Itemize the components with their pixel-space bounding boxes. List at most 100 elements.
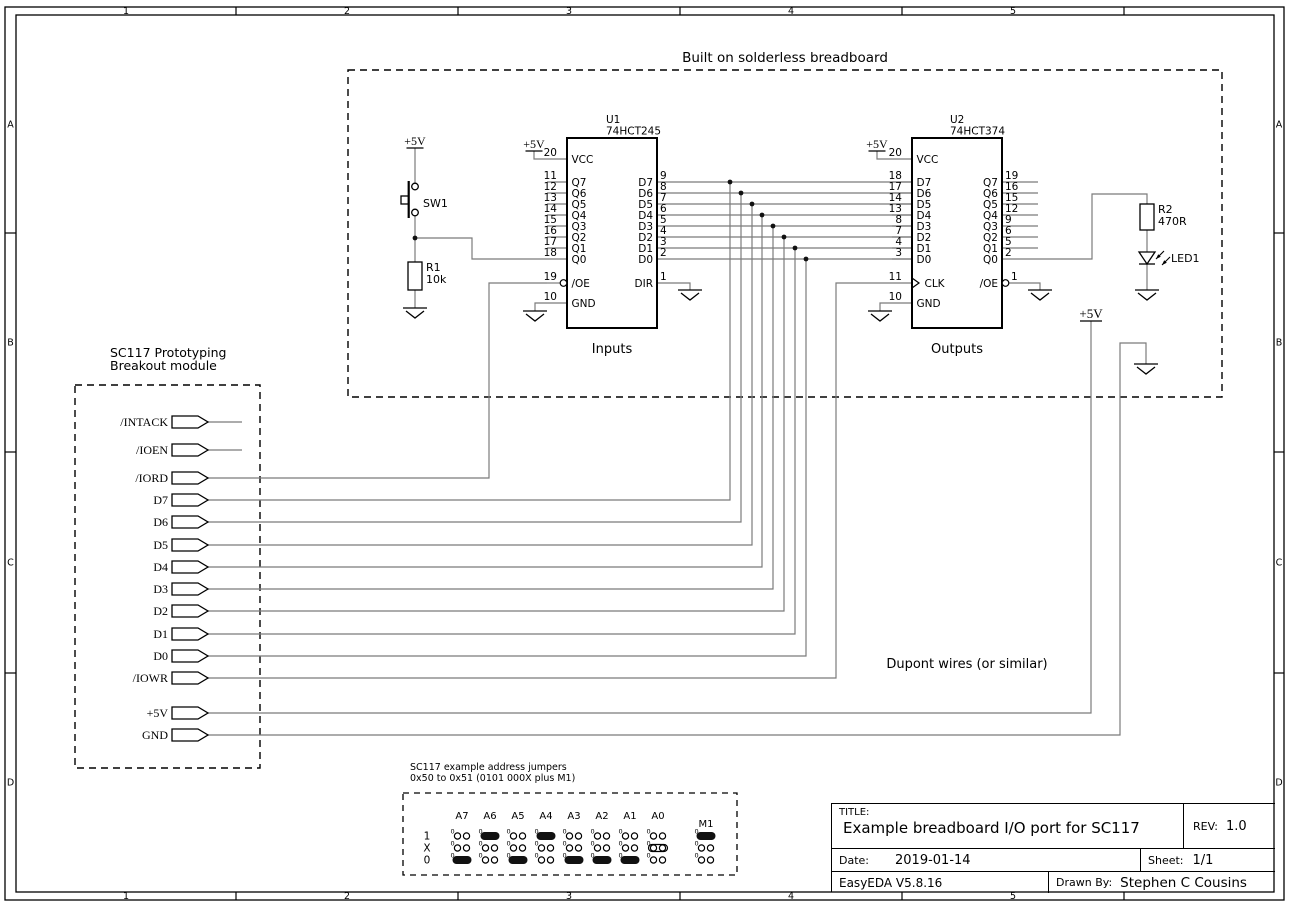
pin-number: 3 — [895, 247, 902, 259]
pad-mark: 0 — [507, 828, 511, 836]
breakout-pin-label: D2 — [153, 604, 168, 618]
ground-icon — [1028, 290, 1052, 300]
frame-row-label: B — [7, 338, 14, 349]
ic-u1: U174HCT245Inputs20VCC11Q712Q613Q514Q415Q… — [544, 114, 667, 357]
breakout-pin: D3 — [153, 582, 208, 596]
pad-mark: 0 — [591, 828, 595, 836]
pad-mark: 0 — [451, 840, 455, 848]
sheet-cell: Sheet: 1/1 — [1141, 849, 1275, 871]
date-value: 2019-01-14 — [895, 853, 971, 868]
breakout-pin-label: D1 — [153, 627, 168, 641]
ground-icon — [678, 290, 702, 300]
led-led1: LED1 — [1139, 251, 1200, 265]
pin-number: 2 — [1005, 247, 1012, 259]
jumper-col-label: A0 — [651, 811, 664, 822]
pad-mark: 0 — [619, 840, 623, 848]
chip-ref: U1 — [606, 114, 620, 126]
ground-icon — [868, 311, 892, 321]
breakout-pin: D0 — [153, 649, 208, 663]
sheet-title: Example breadboard I/O port for SC117 — [839, 818, 1140, 838]
chip-ref: U2 — [950, 114, 964, 126]
sheet-label: Sheet: — [1148, 854, 1184, 867]
pad-mark: 0 — [507, 840, 511, 848]
pin-name: Q0 — [983, 254, 998, 266]
title-block: TITLE: Example breadboard I/O port for S… — [831, 803, 1275, 892]
pin-number: 2 — [660, 247, 667, 259]
pin-number: 1 — [660, 271, 667, 283]
wire — [1009, 283, 1040, 290]
dupont-note: Dupont wires (or similar) — [886, 657, 1047, 672]
ic-u2: U274HCT374Outputs20VCC18D717D614D513D48D… — [889, 114, 1019, 357]
jumper-col-label: A3 — [567, 811, 580, 822]
jumper-row-label: 0 — [424, 855, 431, 867]
breakout-pin-label: D7 — [153, 493, 168, 507]
breakout-pin: /IOEN — [136, 443, 208, 457]
pin-name: VCC — [917, 154, 939, 166]
frame-row-label: C — [7, 558, 14, 569]
pin-name: D0 — [638, 254, 653, 266]
sheet-value: 1/1 — [1193, 853, 1214, 868]
pin-number: 10 — [544, 291, 557, 303]
vcc-flag-icon: +5V — [1079, 306, 1103, 321]
vcc-flag-icon: +5V — [404, 134, 426, 148]
pad-mark: 0 — [695, 852, 699, 860]
breakout-title: Breakout module — [110, 358, 217, 373]
frame-col-label: 4 — [788, 891, 794, 902]
frame-col-label: 3 — [566, 891, 572, 902]
frame-row-label: A — [1276, 120, 1283, 131]
wire — [207, 283, 892, 678]
frame-col-label: 2 — [344, 6, 350, 17]
pin-number: 19 — [544, 271, 557, 283]
pin-name: GND — [917, 298, 941, 310]
frame-col-label: 4 — [788, 6, 794, 17]
power-flags: +5V+5V+5V+5V — [404, 134, 1103, 321]
breakout-pin-label: GND — [142, 728, 168, 742]
jumper-col-label: M1 — [699, 819, 714, 830]
breakout-box: SC117 PrototypingBreakout module — [75, 345, 260, 768]
ground-icon — [403, 308, 427, 318]
breakout-pins: /INTACK/IOEN/IORDD7D6D5D4D3D2D1D0/IOWR+5… — [120, 415, 208, 742]
breakout-pin-label: /IOWR — [133, 671, 168, 685]
wire — [415, 238, 547, 259]
ground-icon — [523, 311, 547, 321]
drawn-by-label: Drawn By: — [1056, 876, 1112, 889]
date-label: Date: — [839, 854, 869, 867]
chip-caption: Outputs — [931, 342, 983, 357]
pin-name: CLK — [925, 278, 946, 290]
wire — [657, 283, 690, 290]
pin-name: D0 — [917, 254, 932, 266]
breakout-pin-label: D4 — [153, 560, 168, 574]
pad-mark: 0 — [647, 852, 651, 860]
jumper-row-label: 1 — [424, 831, 431, 843]
date-cell: Date: 2019-01-14 — [832, 849, 1141, 871]
pin-number: 11 — [889, 271, 902, 283]
breakout-pin: /INTACK — [120, 415, 208, 429]
wire — [207, 226, 773, 589]
ground-icon — [1135, 290, 1159, 300]
ground-icon — [1134, 364, 1158, 374]
jumper-col-label: A7 — [455, 811, 468, 822]
frame-col-label: 2 — [344, 891, 350, 902]
breakout-pin: D4 — [153, 560, 208, 574]
pin-name: DIR — [635, 278, 653, 290]
wire — [207, 215, 762, 567]
pin-name: Q0 — [572, 254, 587, 266]
schematic-sheet: 1122334455AABBCCDDBuilt on solderless br… — [0, 0, 1290, 907]
pad-mark: 0 — [563, 840, 567, 848]
component-value: 470R — [1158, 215, 1187, 228]
chip-part: 74HCT374 — [950, 126, 1005, 138]
breakout-pin-label: +5V — [147, 706, 169, 720]
drawn-by-cell: Drawn By: Stephen C Cousins — [1049, 872, 1275, 893]
wire — [207, 321, 1091, 713]
wire — [207, 259, 806, 656]
pad-mark: 0 — [619, 828, 623, 836]
breakout-pin: D6 — [153, 515, 208, 529]
jumper-title: 0x50 to 0x51 (0101 000X plus M1) — [410, 773, 575, 784]
rev-label: REV: — [1193, 820, 1218, 833]
pin-number: 20 — [889, 147, 902, 159]
frame-row-label: A — [7, 120, 14, 131]
vcc-flag-icon: +5V — [523, 137, 545, 151]
breakout-pin: D1 — [153, 627, 208, 641]
wire — [207, 343, 1146, 735]
title-label: TITLE: — [839, 807, 869, 818]
